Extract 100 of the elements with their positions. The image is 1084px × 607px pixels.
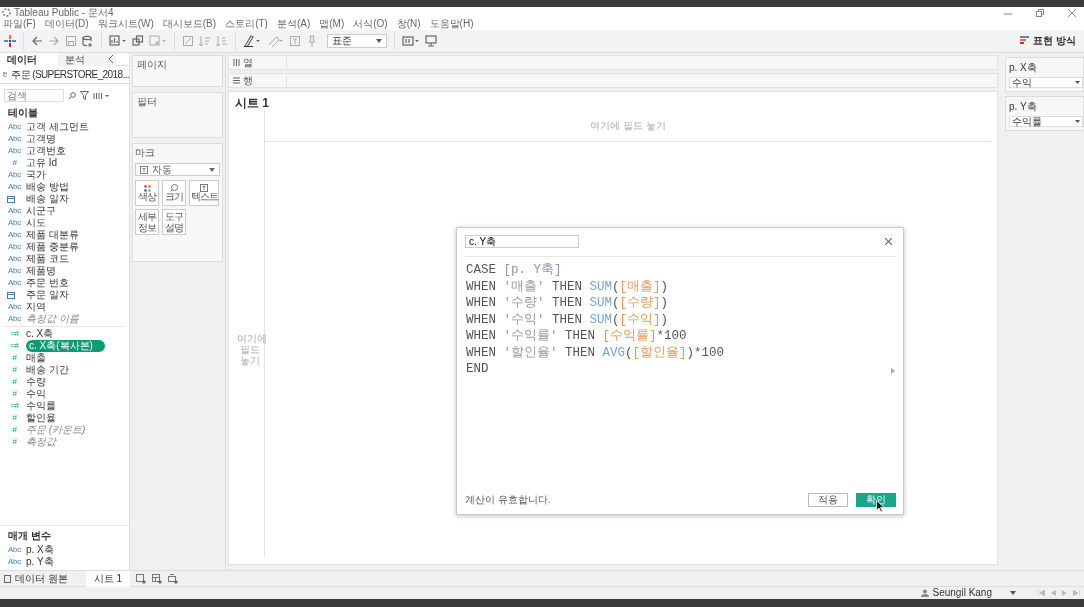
- search-icon[interactable]: [68, 91, 76, 100]
- save-icon[interactable]: [65, 35, 77, 47]
- pen-icon[interactable]: [243, 35, 261, 47]
- field-item[interactable]: 고객명: [26, 133, 56, 145]
- shelf-label: 행: [243, 74, 253, 87]
- new-worksheet-icon[interactable]: [136, 573, 147, 584]
- field-item[interactable]: 국가: [26, 169, 46, 181]
- filter-icon[interactable]: [80, 91, 89, 100]
- field-item[interactable]: 고객번호: [26, 145, 66, 157]
- field-item[interactable]: 측정값 이름: [26, 313, 79, 325]
- search-field[interactable]: 검색: [4, 89, 64, 102]
- filters-shelf[interactable]: 필터: [132, 92, 223, 138]
- field-item[interactable]: 고유 Id: [26, 157, 58, 169]
- forward-arrow-icon[interactable]: [48, 35, 60, 47]
- code-line[interactable]: WHEN '할인율' THEN AVG([할인율])*100: [465, 344, 896, 361]
- sheet-tab[interactable]: 시트 1: [85, 570, 131, 587]
- menu-item[interactable]: 스토리(T): [225, 18, 268, 30]
- field-type-icon: #: [7, 437, 22, 447]
- calculation-name-field[interactable]: c. Y축: [465, 235, 579, 248]
- field-item[interactable]: 할인율: [26, 412, 56, 424]
- field-item[interactable]: c. X축(복사본): [26, 340, 105, 352]
- menu-item[interactable]: 데이터(D): [44, 18, 89, 30]
- field-type-icon: Abc: [7, 218, 22, 228]
- new-story-icon[interactable]: [168, 573, 179, 584]
- add-database-icon[interactable]: [82, 35, 94, 47]
- size-dropdown[interactable]: 표준: [327, 34, 387, 48]
- field-item[interactable]: 제품명: [26, 265, 56, 277]
- code-line[interactable]: WHEN '매출' THEN SUM([매출]): [465, 278, 896, 295]
- label-icon[interactable]: [289, 35, 301, 47]
- new-chart-icon[interactable]: [109, 35, 127, 47]
- pin-icon[interactable]: [306, 35, 318, 47]
- parameter-item[interactable]: p. X축: [26, 544, 54, 556]
- field-item[interactable]: 제품 중분류: [26, 241, 79, 253]
- swap-axes-icon[interactable]: [182, 35, 194, 47]
- code-line[interactable]: CASE [p. Y축]: [465, 262, 896, 279]
- field-item[interactable]: 시군구: [26, 205, 56, 217]
- field-item[interactable]: 제품 코드: [26, 253, 69, 265]
- dialog-button[interactable]: 적용: [808, 493, 848, 507]
- field-item[interactable]: 주문 일자: [26, 289, 69, 301]
- field-item[interactable]: 배송 일자: [26, 193, 69, 205]
- database-icon: [4, 574, 11, 583]
- bar-chart-icon: [1020, 36, 1030, 46]
- section-heading: 테이블: [7, 107, 39, 119]
- menu-item[interactable]: 대시보드(B): [162, 18, 217, 30]
- field-item[interactable]: 시도: [26, 217, 46, 229]
- field-item[interactable]: 측정값: [26, 436, 56, 448]
- drop-hint: 여기에 필드 놓기: [590, 119, 666, 132]
- field-item[interactable]: 지역: [26, 301, 46, 313]
- data-source-tab[interactable]: 데이터 원본: [0, 572, 72, 585]
- parameter-dropdown[interactable]: 수익: [1009, 77, 1083, 88]
- field-item[interactable]: 수량: [26, 376, 46, 388]
- show-me-button[interactable]: 표현 방식: [1020, 35, 1080, 47]
- mark-type-dropdown[interactable]: 자동: [135, 163, 220, 176]
- columns-shelf[interactable]: 열: [228, 55, 998, 70]
- data-source[interactable]: 주문 (SUPERSTORE_2018...: [0, 66, 129, 84]
- close-icon[interactable]: [885, 238, 892, 245]
- duplicate-icon[interactable]: [132, 35, 144, 47]
- menu-item[interactable]: 창(N): [396, 18, 421, 30]
- field-item[interactable]: 배송 기간: [26, 364, 69, 376]
- sort-ascending-icon[interactable]: [199, 35, 211, 47]
- menu-item[interactable]: 맵(M): [319, 18, 345, 30]
- code-line[interactable]: WHEN '수익' THEN SUM([수익]): [465, 311, 896, 328]
- code-line[interactable]: WHEN '수익률' THEN [수익률]*100: [465, 328, 896, 345]
- rows-shelf[interactable]: 행: [228, 73, 998, 88]
- clear-sheet-icon[interactable]: [149, 35, 167, 47]
- back-arrow-icon[interactable]: [31, 35, 43, 47]
- field-item[interactable]: 주문 (카운트): [26, 424, 86, 436]
- user-menu[interactable]: Seungil Kang: [920, 587, 1016, 599]
- field-item[interactable]: 제품 대분류: [26, 229, 79, 241]
- code-line[interactable]: END: [465, 361, 896, 378]
- parameter-dropdown[interactable]: 수익률: [1009, 116, 1083, 127]
- field-type-icon: Abc: [7, 206, 22, 216]
- field-item[interactable]: 주문 번호: [26, 277, 69, 289]
- field-item[interactable]: 매출: [26, 352, 46, 364]
- pages-shelf[interactable]: 페이지: [132, 55, 223, 87]
- view-options-icon[interactable]: [93, 91, 109, 100]
- scroll-arrow-icon[interactable]: [891, 368, 895, 374]
- field-item[interactable]: 배송 방법: [26, 181, 69, 193]
- sort-descending-icon[interactable]: [216, 35, 228, 47]
- field-item[interactable]: 수익: [26, 388, 46, 400]
- menu-item[interactable]: 도움말(H): [429, 18, 474, 30]
- field-item[interactable]: 수익률: [26, 400, 56, 412]
- field-item[interactable]: c. X축: [26, 328, 54, 340]
- collapse-icon[interactable]: [108, 55, 114, 63]
- parameter-item[interactable]: p. Y축: [26, 556, 54, 568]
- menu-item[interactable]: 파일(F): [3, 18, 36, 30]
- field-type-icon: #: [7, 413, 22, 423]
- fit-view-icon[interactable]: [402, 35, 420, 47]
- new-dashboard-icon[interactable]: [152, 573, 163, 584]
- field-type-icon: =#: [7, 341, 22, 351]
- menu-item[interactable]: 분석(A): [276, 18, 311, 30]
- code-line[interactable]: WHEN '수량' THEN SUM([수량]): [465, 295, 896, 312]
- close-icon[interactable]: [1068, 8, 1076, 17]
- restore-icon[interactable]: [1036, 8, 1044, 17]
- menu-item[interactable]: 서식(O): [353, 18, 388, 30]
- app-logo-icon[interactable]: [4, 35, 16, 47]
- presentation-icon[interactable]: [425, 35, 437, 47]
- menu-item[interactable]: 워크시트(W): [97, 18, 154, 30]
- columns-icon: [233, 59, 240, 66]
- field-item[interactable]: 고객 세그먼트: [26, 121, 89, 133]
